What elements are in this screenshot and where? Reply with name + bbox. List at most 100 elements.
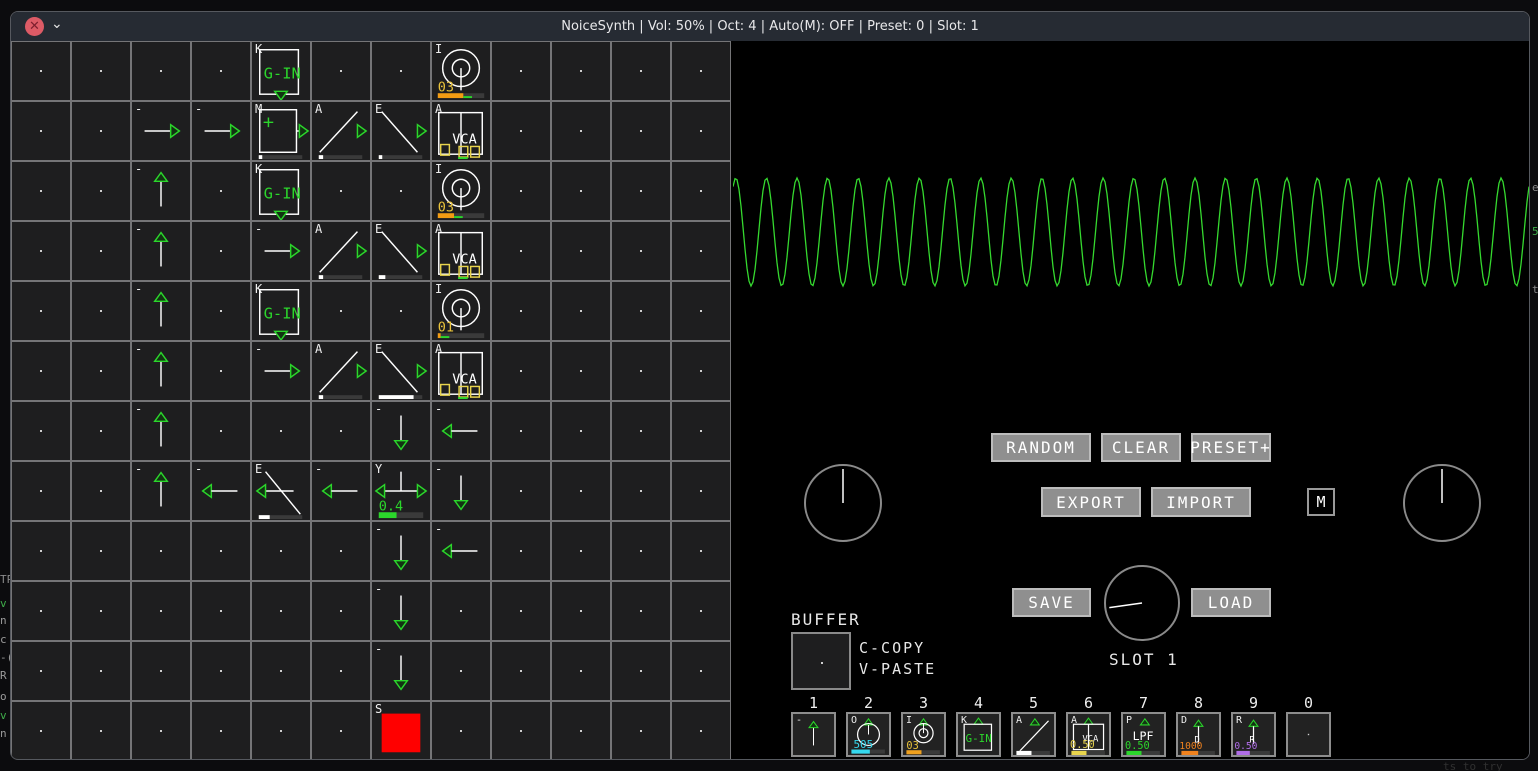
grid-cell[interactable] [612, 642, 670, 700]
grid-cell[interactable] [12, 42, 70, 100]
grid-cell[interactable] [672, 582, 730, 640]
grid-cell[interactable] [72, 42, 130, 100]
grid-cell[interactable]: E [372, 102, 430, 160]
grid-cell[interactable] [192, 42, 250, 100]
grid-cell[interactable] [492, 402, 550, 460]
grid-cell[interactable] [612, 342, 670, 400]
mute-toggle[interactable]: M [1307, 488, 1335, 516]
grid-cell[interactable] [72, 342, 130, 400]
random-button[interactable]: RANDOM [991, 433, 1091, 462]
grid-cell[interactable]: - [252, 342, 310, 400]
grid-cell[interactable] [312, 402, 370, 460]
grid-cell[interactable]: M [252, 102, 310, 160]
import-button[interactable]: IMPORT [1151, 487, 1251, 517]
grid-cell[interactable] [672, 642, 730, 700]
grid-cell[interactable]: - [252, 222, 310, 280]
volume-knob[interactable] [803, 463, 883, 543]
palette-item-osc_i[interactable]: I03 [901, 712, 946, 757]
grid-cell[interactable] [12, 282, 70, 340]
grid-cell[interactable]: AVCA [432, 222, 490, 280]
grid-cell[interactable]: - [432, 402, 490, 460]
grid-cell[interactable] [12, 102, 70, 160]
grid-cell[interactable]: A [312, 102, 370, 160]
grid-cell[interactable] [72, 102, 130, 160]
grid-cell[interactable]: - [372, 582, 430, 640]
grid-cell[interactable] [192, 222, 250, 280]
grid-cell[interactable] [192, 342, 250, 400]
save-button[interactable]: SAVE [1012, 588, 1091, 617]
grid-cell[interactable]: - [192, 462, 250, 520]
grid-cell[interactable] [492, 582, 550, 640]
grid-cell[interactable]: - [132, 282, 190, 340]
grid-cell[interactable]: - [372, 522, 430, 580]
grid-cell[interactable] [372, 42, 430, 100]
grid-cell[interactable] [552, 582, 610, 640]
grid-cell[interactable] [12, 582, 70, 640]
mod-knob[interactable] [1402, 463, 1482, 543]
grid-cell[interactable] [72, 462, 130, 520]
grid-cell[interactable] [372, 162, 430, 220]
grid-cell[interactable] [72, 282, 130, 340]
grid-cell[interactable] [552, 42, 610, 100]
palette-item-ramp[interactable]: A [1011, 712, 1056, 757]
grid-cell[interactable] [312, 702, 370, 760]
grid-cell[interactable]: - [132, 402, 190, 460]
grid-cell[interactable] [372, 282, 430, 340]
grid-cell[interactable] [492, 162, 550, 220]
grid-cell[interactable]: - [372, 642, 430, 700]
grid-cell[interactable] [672, 342, 730, 400]
load-button[interactable]: LOAD [1191, 588, 1271, 617]
grid-cell[interactable] [492, 702, 550, 760]
grid-cell[interactable] [492, 642, 550, 700]
grid-cell[interactable] [252, 582, 310, 640]
grid-cell[interactable] [12, 402, 70, 460]
palette-item-wire[interactable]: - [791, 712, 836, 757]
grid-cell[interactable]: - [132, 222, 190, 280]
grid-cell[interactable]: Y0.4 [372, 462, 430, 520]
grid-cell[interactable] [552, 222, 610, 280]
grid-cell[interactable] [672, 42, 730, 100]
grid-cell[interactable] [612, 702, 670, 760]
grid-cell[interactable]: - [372, 402, 430, 460]
grid-cell[interactable] [312, 642, 370, 700]
grid-cell[interactable] [12, 462, 70, 520]
grid-cell[interactable] [612, 162, 670, 220]
palette-item-empty[interactable] [1286, 712, 1331, 757]
grid-cell[interactable] [552, 402, 610, 460]
grid-cell[interactable]: AVCA [432, 102, 490, 160]
grid-cell[interactable] [612, 222, 670, 280]
grid-cell[interactable] [672, 102, 730, 160]
grid-cell[interactable]: - [192, 102, 250, 160]
grid-cell[interactable] [432, 702, 490, 760]
grid-cell[interactable]: AVCA [432, 342, 490, 400]
grid-cell[interactable] [132, 582, 190, 640]
grid-cell[interactable]: I01 [432, 282, 490, 340]
grid-cell[interactable] [72, 522, 130, 580]
grid-cell[interactable] [12, 222, 70, 280]
grid-cell[interactable] [72, 702, 130, 760]
preset-button[interactable]: PRESET+ [1191, 433, 1271, 462]
grid-cell[interactable] [12, 702, 70, 760]
grid-cell[interactable]: S [372, 702, 430, 760]
grid-cell[interactable] [672, 222, 730, 280]
grid-cell[interactable] [492, 222, 550, 280]
grid-cell[interactable] [12, 162, 70, 220]
grid-cell[interactable] [552, 642, 610, 700]
grid-cell[interactable]: A [312, 222, 370, 280]
grid-cell[interactable] [492, 462, 550, 520]
grid-cell[interactable] [672, 282, 730, 340]
grid-cell[interactable]: - [432, 522, 490, 580]
grid-cell[interactable] [312, 162, 370, 220]
grid-cell[interactable] [312, 522, 370, 580]
grid-cell[interactable] [612, 462, 670, 520]
grid-cell[interactable] [132, 522, 190, 580]
grid-cell[interactable] [492, 282, 550, 340]
grid-cell[interactable] [612, 282, 670, 340]
grid-cell[interactable]: - [132, 102, 190, 160]
grid-cell[interactable] [132, 702, 190, 760]
grid-cell[interactable] [72, 402, 130, 460]
grid-cell[interactable] [192, 162, 250, 220]
grid-cell[interactable] [192, 642, 250, 700]
grid-cell[interactable] [192, 702, 250, 760]
grid-cell[interactable]: A [312, 342, 370, 400]
